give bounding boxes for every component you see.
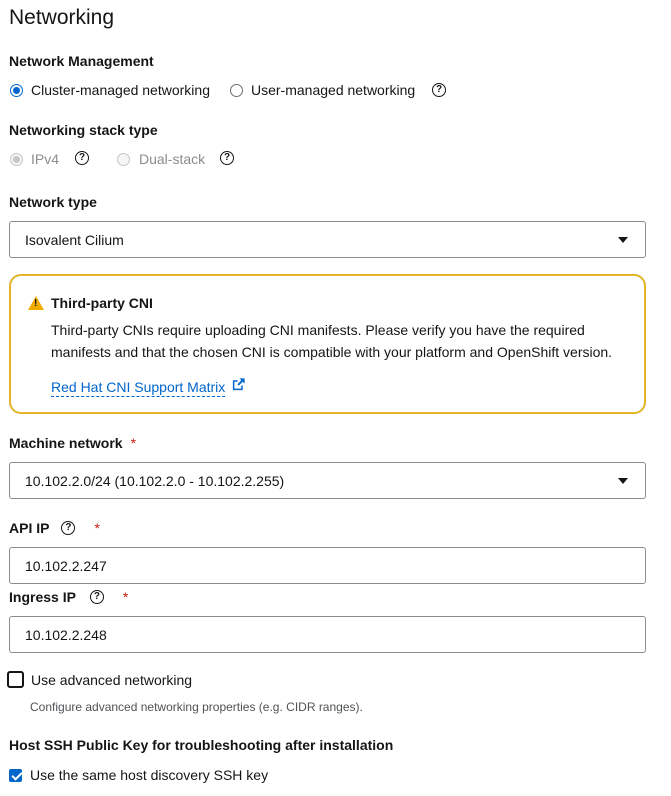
- radio-dual-stack[interactable]: Dual-stack: [117, 151, 205, 167]
- radio-cluster-managed[interactable]: Cluster-managed networking: [10, 82, 210, 98]
- radio-user-managed[interactable]: User-managed networking: [230, 82, 415, 98]
- machine-network-value: 10.102.2.0/24 (10.102.2.0 - 10.102.2.255…: [25, 472, 285, 489]
- network-type-value: Isovalent Cilium: [25, 231, 124, 248]
- advanced-networking-checkbox[interactable]: Use advanced networking: [7, 671, 192, 688]
- machine-network-label: Machine network *: [9, 435, 136, 451]
- radio-user-managed-label[interactable]: User-managed networking: [251, 82, 415, 98]
- radio-user-managed-control[interactable]: [230, 83, 243, 97]
- help-icon[interactable]: ?: [61, 521, 76, 535]
- ssh-key-label: Host SSH Public Key for troubleshooting …: [9, 737, 394, 753]
- cni-support-matrix-link[interactable]: Red Hat CNI Support Matrix: [51, 378, 226, 397]
- radio-ipv4-control[interactable]: [10, 152, 23, 166]
- ingress-ip-label-text: Ingress IP: [9, 589, 76, 605]
- ingress-ip-label: Ingress IP ? *: [9, 589, 128, 605]
- advanced-networking-checkbox-control[interactable]: [7, 671, 24, 688]
- machine-network-select[interactable]: 10.102.2.0/24 (10.102.2.0 - 10.102.2.255…: [9, 462, 646, 499]
- help-icon[interactable]: ?: [220, 151, 234, 165]
- page-title: Networking: [9, 6, 115, 29]
- network-type-label: Network type: [9, 194, 97, 210]
- radio-dual-stack-control[interactable]: [117, 152, 130, 166]
- advanced-networking-helper: Configure advanced networking properties…: [30, 700, 363, 714]
- help-icon[interactable]: ?: [89, 590, 104, 604]
- same-ssh-key-label[interactable]: Use the same host discovery SSH key: [30, 767, 268, 783]
- api-ip-label-text: API IP: [9, 520, 50, 536]
- caret-down-icon: [618, 237, 628, 243]
- radio-cluster-managed-label[interactable]: Cluster-managed networking: [31, 82, 210, 98]
- api-ip-input[interactable]: 10.102.2.247: [9, 547, 646, 584]
- network-type-select[interactable]: Isovalent Cilium: [9, 221, 646, 258]
- network-management-label: Network Management: [9, 53, 154, 69]
- caret-down-icon: [618, 478, 628, 484]
- radio-ipv4-label[interactable]: IPv4: [31, 151, 59, 167]
- third-party-cni-alert: Third-party CNI Third-party CNIs require…: [9, 274, 646, 414]
- required-asterisk: *: [94, 520, 100, 536]
- stack-type-label: Networking stack type: [9, 122, 158, 138]
- same-ssh-key-checkbox[interactable]: Use the same host discovery SSH key: [9, 767, 268, 783]
- help-icon[interactable]: ?: [432, 83, 446, 97]
- external-link-icon[interactable]: [231, 377, 246, 392]
- machine-network-label-text: Machine network: [9, 435, 123, 451]
- help-icon[interactable]: ?: [75, 151, 89, 165]
- alert-title: Third-party CNI: [51, 295, 153, 311]
- warning-icon: [28, 296, 44, 310]
- same-ssh-key-checkbox-control[interactable]: [9, 768, 22, 782]
- radio-dual-stack-label[interactable]: Dual-stack: [139, 151, 205, 167]
- radio-cluster-managed-control[interactable]: [10, 83, 23, 97]
- ingress-ip-input[interactable]: 10.102.2.248: [9, 616, 646, 653]
- radio-ipv4[interactable]: IPv4: [10, 151, 59, 167]
- api-ip-label: API IP ? *: [9, 520, 100, 536]
- required-asterisk: *: [122, 589, 129, 605]
- required-asterisk: *: [130, 435, 137, 451]
- advanced-networking-label[interactable]: Use advanced networking: [31, 672, 192, 688]
- alert-body: Third-party CNIs require uploading CNI m…: [51, 322, 613, 360]
